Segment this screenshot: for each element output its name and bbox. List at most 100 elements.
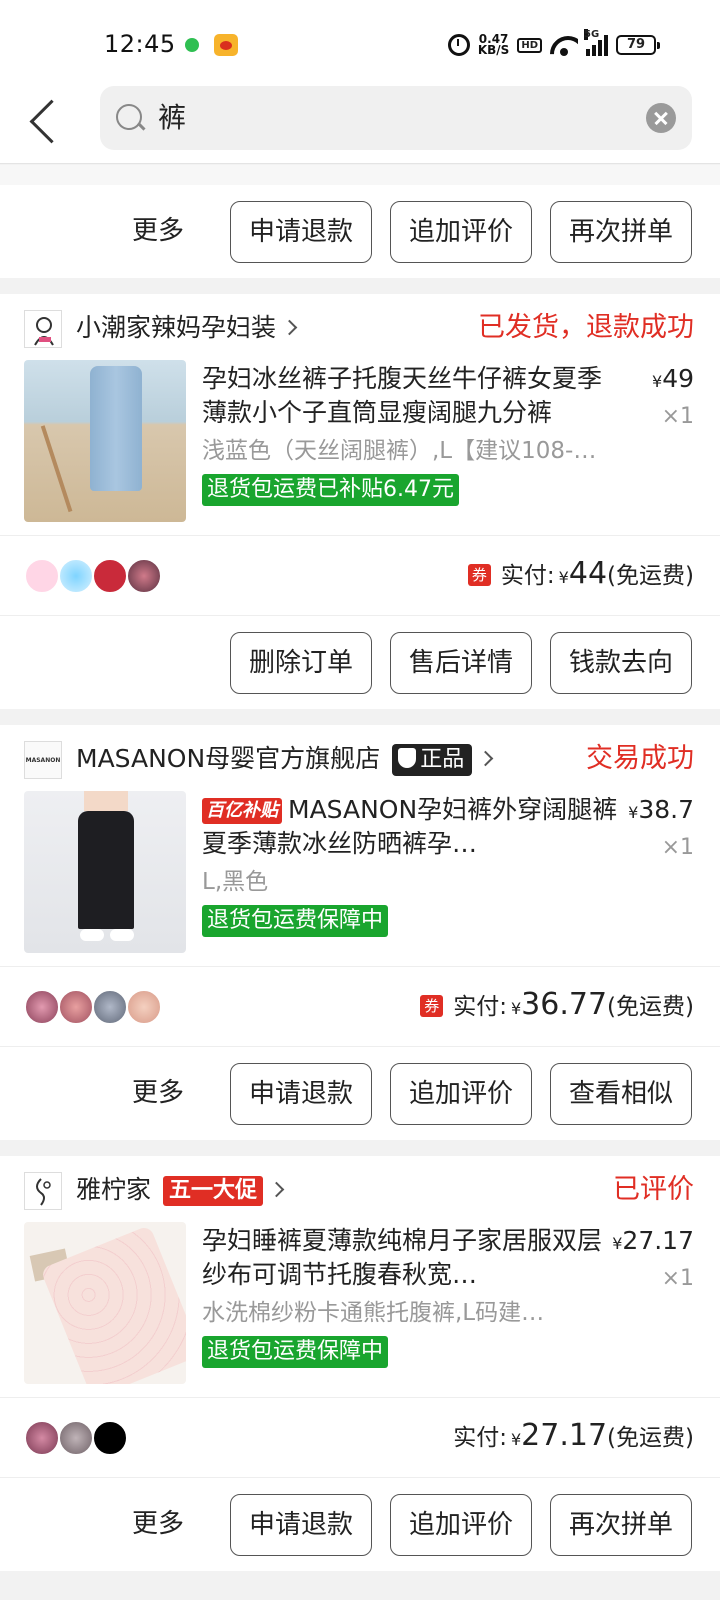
product-price: ¥49: [652, 364, 694, 393]
order-card[interactable]: 小潮家辣妈孕妇装 已发货，退款成功 孕妇冰丝裤子托腹天丝牛仔裤女夏季薄款小个子直…: [0, 294, 720, 709]
product-item[interactable]: 孕妇冰丝裤子托腹天丝牛仔裤女夏季薄款小个子直筒显瘦阔腿九分裤 浅蓝色（天丝阔腿裤…: [0, 360, 720, 535]
amount-paid-label: 实付:: [453, 1425, 507, 1451]
search-bar[interactable]: [100, 86, 692, 150]
currency-symbol: ¥: [558, 568, 569, 587]
product-price-value: 49: [662, 364, 694, 393]
avatar: [58, 1420, 94, 1456]
product-quantity: ×1: [661, 404, 694, 429]
avatar: [58, 989, 94, 1025]
network-speed-unit: KB/S: [477, 43, 510, 57]
return-shipping-tag: 退货包运费已补贴6.47元: [202, 474, 459, 506]
more-button[interactable]: 更多: [132, 1063, 184, 1123]
chevron-right-icon: [477, 750, 494, 766]
shop-name-text: MASANON母婴官方旗舰店: [76, 744, 381, 773]
group-avatars: [24, 558, 162, 594]
order-actions-row: 更多 申请退款 追加评价 查看相似: [0, 1046, 720, 1140]
amount-paid: 券实付: ¥44(免运费): [467, 554, 694, 598]
amount-paid-value: 27.17: [521, 1418, 608, 1453]
add-review-button[interactable]: 追加评价: [390, 1063, 532, 1125]
authentic-badge-text: 正品: [420, 747, 465, 772]
shop-name-text: 小潮家辣妈孕妇装: [76, 313, 277, 342]
hd-icon: HD: [517, 37, 542, 53]
search-icon: [116, 104, 142, 130]
search-header: [0, 84, 720, 164]
shipping-note: (免运费): [607, 563, 694, 589]
product-image: [24, 360, 186, 522]
add-review-button[interactable]: 追加评价: [390, 201, 532, 263]
product-image: [24, 791, 186, 953]
product-image-torso: [84, 791, 128, 811]
status-indicators: 0.47 KB/S HD 5G 79: [447, 29, 660, 60]
order-status: 交易成功: [586, 743, 694, 774]
refund-destination-button[interactable]: 钱款去向: [550, 632, 692, 694]
delete-order-button[interactable]: 删除订单: [230, 632, 372, 694]
order-list: 更多 申请退款 追加评价 再次拼单 小潮家辣妈孕妇装 已发货，退款成功 孕妇冰丝…: [0, 165, 720, 1571]
product-image-shoe: [80, 929, 104, 941]
add-review-button[interactable]: 追加评价: [390, 1494, 532, 1556]
reorder-button[interactable]: 再次拼单: [550, 1494, 692, 1556]
group-avatars: [24, 989, 162, 1025]
weibo-notification-icon: [214, 34, 238, 56]
after-sales-details-button[interactable]: 售后详情: [390, 632, 532, 694]
avatar: [126, 558, 162, 594]
product-title: 孕妇睡裤夏薄款纯棉月子家居服双层纱布可调节托腹春秋宽…: [202, 1226, 603, 1289]
payment-row: 券实付: ¥36.77(免运费): [0, 966, 720, 1046]
status-time: 12:45: [104, 30, 176, 58]
shop-header[interactable]: MASANON MASANON母婴官方旗舰店 正品 交易成功: [0, 725, 720, 791]
avatar: [126, 989, 162, 1025]
order-card[interactable]: 雅柠家 五一大促 已评价 孕妇睡裤夏薄款纯棉月子家居服双层纱布可调节托腹春秋宽… …: [0, 1156, 720, 1571]
order-actions-row: 删除订单 售后详情 钱款去向: [0, 615, 720, 709]
shop-logo: [24, 310, 62, 348]
chevron-right-icon: [281, 319, 298, 335]
back-arrow-icon[interactable]: [24, 96, 64, 144]
chevron-right-icon: [268, 1181, 285, 1197]
payment-row: 实付: ¥27.17(免运费): [0, 1397, 720, 1477]
reorder-button[interactable]: 再次拼单: [550, 201, 692, 263]
product-item[interactable]: 百亿补贴 MASANON孕妇裤外穿阔腿裤夏季薄款冰丝防晒裤孕… L,黑色 退货包运…: [0, 791, 720, 966]
shield-icon: [398, 748, 417, 768]
payment-row: 券实付: ¥44(免运费): [0, 535, 720, 615]
order-actions-row: 更多 申请退款 追加评价 再次拼单: [0, 1477, 720, 1571]
product-price-value: 27.17: [622, 1226, 694, 1255]
amount-paid: 券实付: ¥36.77(免运费): [420, 985, 694, 1029]
shop-name[interactable]: MASANON母婴官方旗舰店 正品: [76, 741, 494, 777]
product-quantity: ×1: [661, 1266, 694, 1291]
shop-name[interactable]: 小潮家辣妈孕妇装: [76, 310, 298, 346]
request-refund-button[interactable]: 申请退款: [230, 201, 372, 263]
product-image-pants: [78, 811, 134, 929]
search-input[interactable]: [158, 96, 618, 140]
network-type: 5G: [584, 29, 600, 40]
product-spec: 浅蓝色（天丝阔腿裤）,L【建议108-…: [202, 438, 597, 464]
request-refund-button[interactable]: 申请退款: [230, 1063, 372, 1125]
product-image-shoe: [110, 929, 134, 941]
wifi-icon: [550, 34, 578, 56]
product-item[interactable]: 孕妇睡裤夏薄款纯棉月子家居服双层纱布可调节托腹春秋宽… 水洗棉纱粉卡通熊托腹裤,…: [0, 1222, 720, 1397]
shop-header[interactable]: 雅柠家 五一大促 已评价: [0, 1156, 720, 1222]
promo-badge: 五一大促: [163, 1176, 264, 1206]
cell-signal-icon: 5G: [584, 29, 608, 56]
product-image-jeans: [90, 366, 142, 491]
more-button[interactable]: 更多: [132, 1494, 184, 1554]
more-button[interactable]: 更多: [132, 201, 184, 261]
view-similar-button[interactable]: 查看相似: [550, 1063, 692, 1125]
avatar: [92, 1420, 128, 1456]
shop-name[interactable]: 雅柠家 五一大促: [76, 1172, 285, 1208]
avatar: [24, 1420, 60, 1456]
amount-paid-label: 实付:: [500, 563, 555, 589]
currency-symbol: ¥: [628, 803, 639, 822]
shop-header[interactable]: 小潮家辣妈孕妇装 已发货，退款成功: [0, 294, 720, 360]
product-spec: 水洗棉纱粉卡通熊托腹裤,L码建…: [202, 1300, 545, 1326]
shop-logo: MASANON: [24, 741, 62, 779]
product-title: 百亿补贴 MASANON孕妇裤外穿阔腿裤夏季薄款冰丝防晒裤孕…: [202, 793, 620, 861]
amount-paid-label: 实付:: [453, 994, 507, 1020]
order-card[interactable]: MASANON MASANON母婴官方旗舰店 正品 交易成功 百亿补贴 MASANO…: [0, 725, 720, 1140]
clear-icon[interactable]: [646, 103, 676, 133]
shop-logo: [24, 1172, 62, 1210]
amount-paid: 实付: ¥27.17(免运费): [453, 1416, 694, 1460]
currency-symbol: ¥: [612, 1234, 623, 1253]
subsidy-badge: 百亿补贴: [202, 798, 282, 824]
request-refund-button[interactable]: 申请退款: [230, 1494, 372, 1556]
currency-symbol: ¥: [652, 372, 663, 391]
shipping-note: (免运费): [607, 994, 694, 1020]
coupon-icon: 券: [467, 564, 491, 586]
